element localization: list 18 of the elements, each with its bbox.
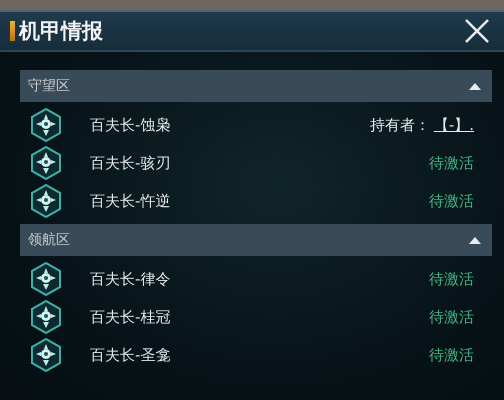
mech-name: 百夫长-蚀枭 [90,116,172,134]
mech-name: 百夫长-忤逆 [90,192,172,210]
mech-name: 百夫长-律令 [90,270,172,288]
section-header[interactable]: 领航区 [20,224,492,256]
mech-name: 百夫长-圣龛 [90,346,172,364]
status-text: 待激活 [429,308,474,326]
section-title: 守望区 [28,77,70,95]
mech-name: 百夫长-桂冠 [90,308,172,326]
section-title: 领航区 [28,231,70,249]
status-text: 待激活 [429,346,474,364]
status-text: 待激活 [429,192,474,210]
owner-label: 持有者： [370,116,430,134]
status-text: 待激活 [429,270,474,288]
section-header[interactable]: 守望区 [20,70,492,102]
owner-link[interactable]: 【-】. [434,116,474,134]
mech-name: 百夫长-骇刃 [90,154,172,172]
window-title: 机甲情报 [19,18,103,45]
status-text: 待激活 [429,154,474,172]
